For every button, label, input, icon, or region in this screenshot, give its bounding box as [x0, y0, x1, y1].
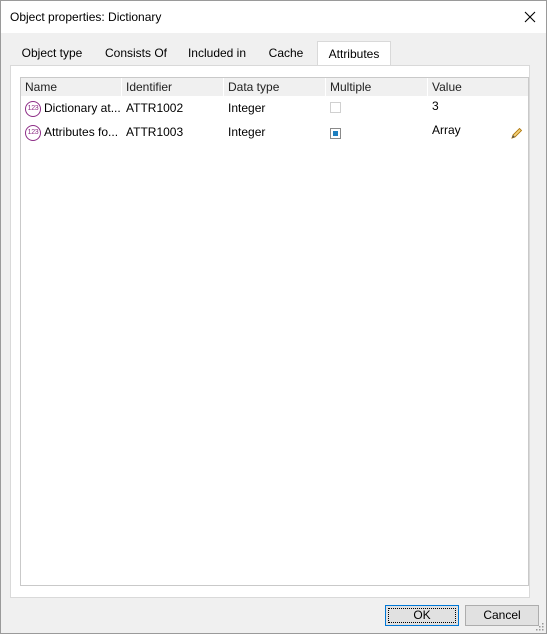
attribute-name: Attributes fo...: [44, 125, 119, 139]
close-icon: [524, 11, 536, 23]
attributes-grid[interactable]: Name Identifier Data type Multiple Value…: [20, 77, 529, 586]
tab-attributes[interactable]: Attributes: [317, 41, 391, 67]
tab-included-in[interactable]: Included in: [182, 42, 252, 65]
data-type-cell: Integer: [228, 101, 266, 115]
resize-grip-icon[interactable]: [534, 621, 544, 631]
name-cell: 123 Dictionary at...: [21, 97, 122, 119]
column-header-name[interactable]: Name: [21, 78, 122, 96]
table-row[interactable]: 123 Attributes fo... ATTR1003 Integer Arr…: [21, 121, 528, 143]
dialog-window: Object properties: Dictionary Object typ…: [0, 0, 547, 634]
value-cell[interactable]: 3: [428, 97, 528, 119]
close-button[interactable]: [514, 1, 546, 33]
cancel-button-label: Cancel: [483, 608, 521, 622]
multiple-checkbox[interactable]: [330, 102, 341, 113]
tab-object-type[interactable]: Object type: [10, 42, 94, 65]
number-attribute-icon: 123: [25, 100, 41, 117]
grid-header: Name Identifier Data type Multiple Value: [21, 78, 528, 96]
pencil-icon[interactable]: [510, 127, 523, 140]
ok-button[interactable]: OK: [385, 605, 459, 626]
tab-consists-of[interactable]: Consists Of: [98, 42, 174, 65]
column-header-value[interactable]: Value: [428, 78, 528, 96]
column-header-data-type[interactable]: Data type: [224, 78, 326, 96]
column-header-identifier[interactable]: Identifier: [122, 78, 224, 96]
identifier-cell: ATTR1003: [126, 125, 184, 139]
title-bar: Object properties: Dictionary: [1, 1, 546, 33]
attribute-name: Dictionary at...: [44, 101, 121, 115]
number-attribute-icon: 123: [25, 124, 41, 141]
multiple-checkbox[interactable]: [330, 128, 341, 139]
identifier-cell: ATTR1002: [126, 101, 184, 115]
value-cell[interactable]: Array: [428, 121, 508, 143]
dialog-title: Object properties: Dictionary: [10, 10, 162, 24]
tab-cache[interactable]: Cache: [260, 42, 312, 65]
focus-rectangle: [388, 608, 456, 623]
table-row[interactable]: 123 Dictionary at... ATTR1002 Integer 3: [21, 97, 528, 119]
column-header-multiple[interactable]: Multiple: [326, 78, 428, 96]
data-type-cell: Integer: [228, 125, 266, 139]
cancel-button[interactable]: Cancel: [465, 605, 539, 626]
attributes-panel: Name Identifier Data type Multiple Value…: [10, 65, 530, 598]
name-cell: 123 Attributes fo...: [21, 121, 122, 143]
